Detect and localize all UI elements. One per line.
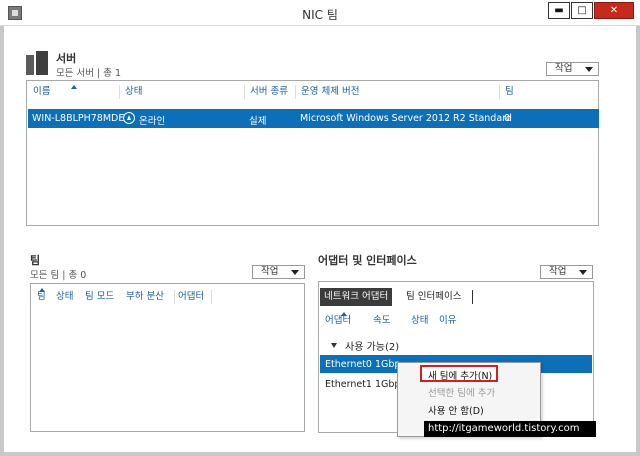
- window-title: NIC 팀: [302, 8, 338, 22]
- server-icon: [26, 51, 48, 75]
- col-header-os-version[interactable]: 운영 체제 버전: [301, 81, 359, 103]
- col-header-team[interactable]: 팀: [37, 286, 46, 308]
- servers-subtitle: 모든 서버 | 총 1: [56, 68, 122, 79]
- server-status: 온라인: [139, 116, 166, 127]
- teams-subtitle: 모든 팀 | 총 0: [30, 270, 87, 281]
- col-header-status[interactable]: 상태: [56, 286, 73, 308]
- col-header-speed[interactable]: 속도: [373, 310, 390, 332]
- adapter-name: Ethernet1: [325, 379, 372, 390]
- adapters-title: 어댑터 및 인터페이스: [318, 254, 417, 267]
- maximize-button[interactable]: □: [571, 2, 593, 19]
- server-os: Microsoft Windows Server 2012 R2 Standar…: [300, 113, 512, 124]
- servers-title: 서버: [56, 52, 77, 65]
- chevron-down-icon: [579, 270, 587, 275]
- teams-task-button[interactable]: 작업: [252, 265, 305, 279]
- server-team-count: 0: [504, 113, 511, 124]
- servers-table: 이름 상태 서버 종류 운영 체제 버전 팀 WIN-L8BLPH78MDE 온…: [26, 80, 599, 226]
- close-button[interactable]: ✕: [594, 2, 634, 19]
- chevron-down-icon: [585, 67, 593, 72]
- online-status-icon: [123, 112, 135, 124]
- menu-item-add-to-selected-team[interactable]: 선택한 팀에 추가: [428, 385, 495, 399]
- adapter-name: Ethernet0: [325, 359, 372, 370]
- teams-title: 팀: [30, 254, 41, 267]
- teams-task-label: 작업: [261, 266, 279, 277]
- col-header-status[interactable]: 상태: [125, 81, 142, 103]
- collapse-icon[interactable]: [331, 343, 337, 348]
- watermark: http://itgameworld.tistory.com: [424, 421, 596, 437]
- teams-table: 팀 상태 팀 모드 부하 분산 어댑터: [30, 283, 305, 432]
- menu-item-disable[interactable]: 사용 안 함(D): [428, 403, 484, 417]
- col-header-reason[interactable]: 이유: [439, 310, 456, 332]
- title-bar: NIC 팀 ▬ □ ✕: [0, 0, 640, 26]
- server-name: WIN-L8BLPH78MDE: [32, 113, 125, 124]
- col-header-adapter[interactable]: 어댑터: [178, 286, 204, 308]
- servers-task-label: 작업: [555, 63, 573, 74]
- col-header-load-balancing[interactable]: 부하 분산: [126, 286, 164, 308]
- minimize-button[interactable]: ▬: [548, 2, 570, 19]
- col-header-team[interactable]: 팀: [505, 81, 514, 103]
- chevron-down-icon: [291, 270, 299, 275]
- col-header-adapter[interactable]: 어댑터: [325, 310, 351, 332]
- tab-network-adapters[interactable]: 네트워크 어댑터: [320, 288, 393, 306]
- col-header-status[interactable]: 상태: [411, 310, 428, 332]
- tab-team-interfaces[interactable]: 팀 인터페이스: [402, 288, 465, 306]
- server-type: 실제: [249, 116, 267, 127]
- col-header-name[interactable]: 이름: [33, 81, 50, 103]
- sort-asc-icon: [341, 312, 347, 316]
- servers-task-button[interactable]: 작업: [546, 62, 599, 76]
- menu-item-add-to-new-team[interactable]: 새 팀에 추가(N): [428, 368, 492, 382]
- group-available[interactable]: 사용 가능(2): [345, 338, 399, 353]
- col-header-team-mode[interactable]: 팀 모드: [85, 286, 114, 308]
- sort-asc-icon: [71, 85, 77, 89]
- col-header-server-type[interactable]: 서버 종류: [250, 81, 288, 103]
- table-row[interactable]: WIN-L8BLPH78MDE 온라인 실제 Microsoft Windows…: [28, 109, 599, 128]
- adapters-task-label: 작업: [549, 266, 567, 277]
- adapters-task-button[interactable]: 작업: [540, 265, 593, 279]
